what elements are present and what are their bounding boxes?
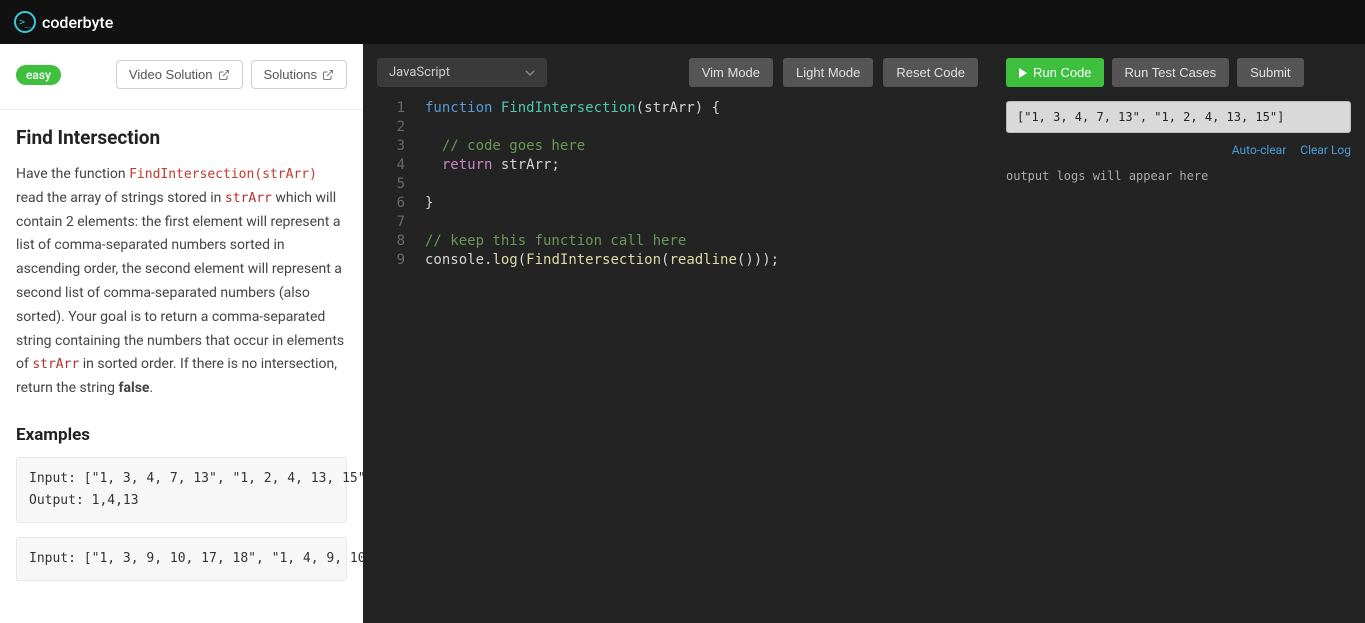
log-actions: Auto-clear Clear Log	[1006, 143, 1351, 157]
run-tests-button[interactable]: Run Test Cases	[1112, 58, 1230, 87]
test-input-box[interactable]: ["1, 3, 4, 7, 13", "1, 2, 4, 13, 15"]	[1006, 101, 1351, 133]
light-mode-button[interactable]: Light Mode	[783, 58, 873, 87]
run-toolbar: Run Code Run Test Cases Submit	[1006, 58, 1351, 87]
external-link-icon	[322, 69, 334, 81]
divider	[0, 109, 363, 110]
output-panel: Run Code Run Test Cases Submit ["1, 3, 4…	[992, 44, 1365, 623]
run-code-button[interactable]: Run Code	[1006, 58, 1104, 87]
brand-text: coderbyte	[42, 13, 113, 32]
line-gutter: 123456789	[377, 99, 417, 609]
logo-icon: >_	[14, 11, 36, 33]
problem-description: Have the function FindIntersection(strAr…	[16, 163, 347, 401]
run-code-label: Run Code	[1033, 65, 1092, 80]
solutions-button[interactable]: Solutions	[251, 60, 347, 89]
difficulty-badge: easy	[16, 65, 61, 85]
solutions-label: Solutions	[264, 67, 317, 82]
output-log: output logs will appear here	[1006, 169, 1351, 609]
editor-toolbar: JavaScript Vim Mode Light Mode Reset Cod…	[377, 58, 978, 87]
submit-button[interactable]: Submit	[1237, 58, 1303, 87]
code-area[interactable]: function FindIntersection(strArr) { // c…	[417, 99, 978, 609]
inline-code: strArr	[225, 191, 272, 206]
problem-panel: easy Video Solution Solutions Find Inter…	[0, 44, 363, 623]
example-box-1: Input: ["1, 3, 4, 7, 13", "1, 2, 4, 13, …	[16, 457, 347, 523]
brand-logo[interactable]: >_ coderbyte	[14, 11, 113, 33]
inline-code: strArr	[32, 357, 79, 372]
language-select[interactable]: JavaScript	[377, 58, 547, 87]
reset-code-button[interactable]: Reset Code	[883, 58, 978, 87]
play-icon	[1018, 68, 1028, 78]
problem-title: Find Intersection	[16, 126, 347, 149]
language-label: JavaScript	[389, 65, 450, 80]
inline-code: FindIntersection(strArr)	[129, 167, 317, 182]
vim-mode-button[interactable]: Vim Mode	[689, 58, 773, 87]
main-layout: easy Video Solution Solutions Find Inter…	[0, 44, 1365, 623]
auto-clear-link[interactable]: Auto-clear	[1232, 143, 1287, 157]
editor-panel: JavaScript Vim Mode Light Mode Reset Cod…	[363, 44, 992, 623]
code-editor[interactable]: 123456789 function FindIntersection(strA…	[377, 99, 978, 609]
example-box-2: Input: ["1, 3, 9, 10, 17, 18", "1, 4, 9,…	[16, 537, 347, 581]
chevron-down-icon	[525, 68, 535, 78]
examples-heading: Examples	[16, 425, 347, 445]
video-solution-button[interactable]: Video Solution	[116, 60, 243, 89]
video-solution-label: Video Solution	[129, 67, 213, 82]
top-header: >_ coderbyte	[0, 0, 1365, 44]
problem-top-row: easy Video Solution Solutions	[16, 60, 347, 89]
clear-log-link[interactable]: Clear Log	[1300, 143, 1351, 157]
external-link-icon	[218, 69, 230, 81]
